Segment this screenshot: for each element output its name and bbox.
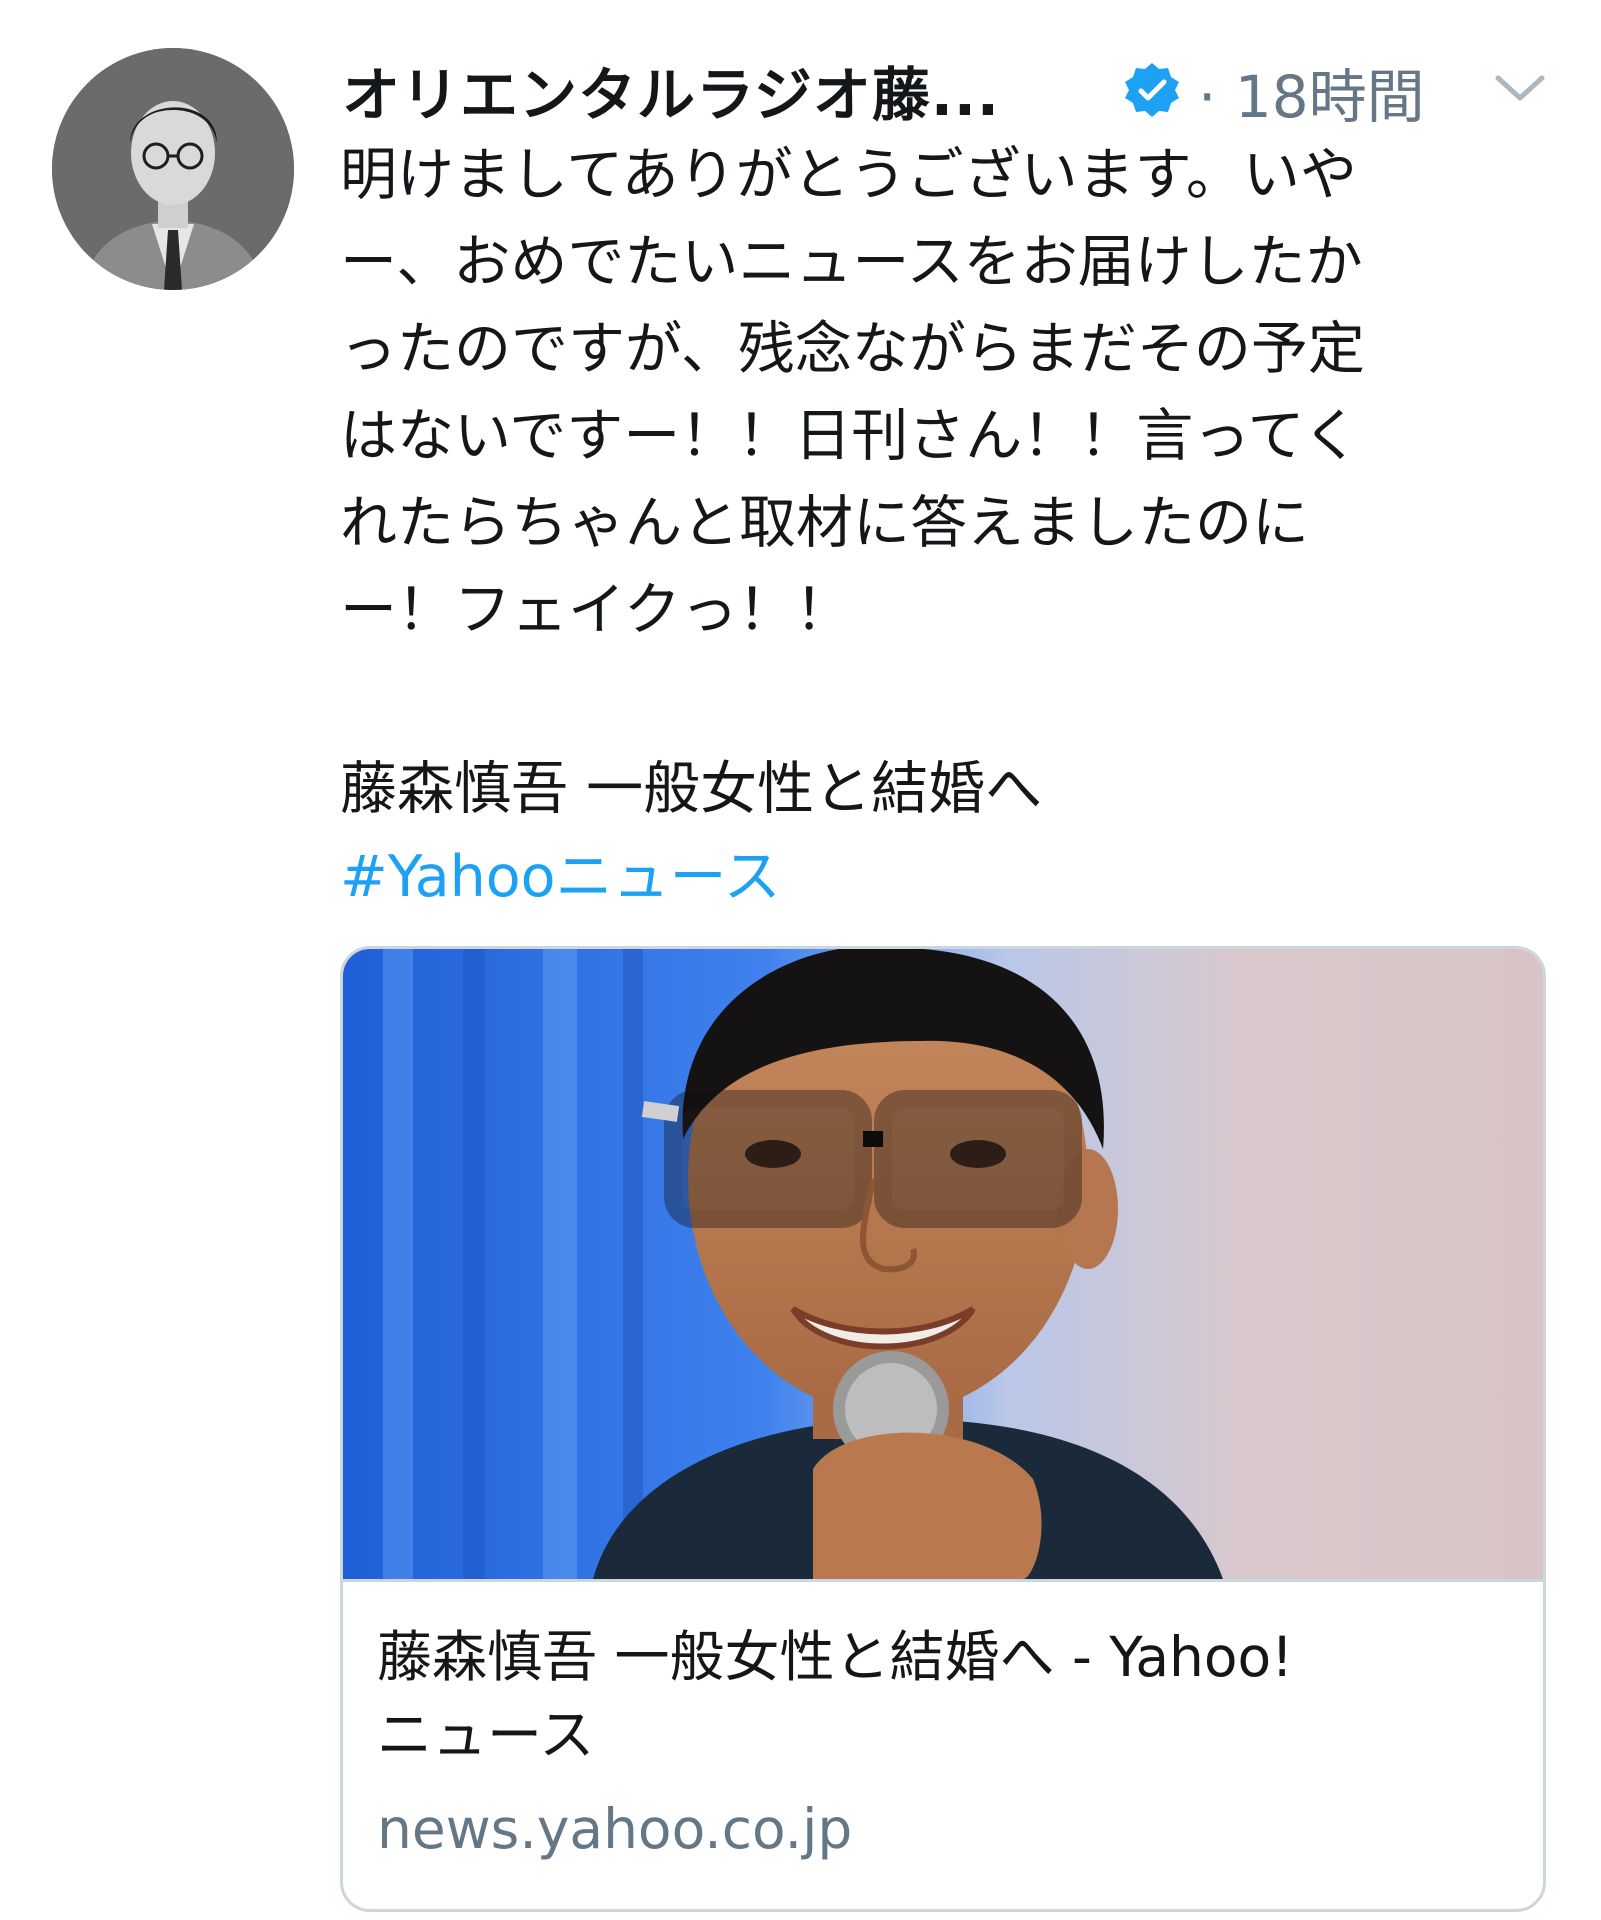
card-domain: news.yahoo.co.jp xyxy=(377,1797,853,1861)
tweet-text-line: れたらちゃんと取材に答えましたのに xyxy=(340,490,1309,556)
tweet[interactable]: オリエンタルラジオ藤... · 18時間 明けましてありがとうございます。いや … xyxy=(0,0,1601,1920)
chevron-down-icon[interactable] xyxy=(1492,70,1548,106)
tweet-text: 明けましてありがとうございます。いや ー、おめでたいニュースをお届けしたか った… xyxy=(340,132,1580,654)
tweet-text-line: はないですー！！日刊さん！！言ってく xyxy=(340,403,1360,469)
tweet-text-line: 明けましてありがとうございます。いや xyxy=(340,142,1357,208)
hashtag-link[interactable]: #Yahooニュース xyxy=(340,834,781,921)
card-thumbnail-image[interactable] xyxy=(343,949,1543,1579)
tweet-text-line: ったのですが、残念ながらまだその予定 xyxy=(340,316,1365,382)
display-name[interactable]: オリエンタルラジオ藤... xyxy=(342,48,1000,132)
tweet-timestamp[interactable]: · 18時間 xyxy=(1198,50,1425,134)
verified-badge-icon xyxy=(1122,60,1182,120)
tweet-header: オリエンタルラジオ藤... · 18時間 xyxy=(342,44,1562,131)
card-title-line: 藤森慎吾 一般女性と結婚へ - Yahoo! xyxy=(377,1625,1294,1689)
profile-avatar[interactable] xyxy=(52,48,294,290)
shared-news-title: 藤森慎吾 一般女性と結婚へ xyxy=(340,756,1043,822)
tweet-text-line: ー！フェイクっ！！ xyxy=(340,577,852,643)
card-info[interactable]: 藤森慎吾 一般女性と結婚へ - Yahoo! ニュース news.yahoo.c… xyxy=(343,1579,1543,1909)
tweet-text-line: ー、おめでたいニュースをお届けしたか xyxy=(340,229,1363,295)
card-title-line: ニュース xyxy=(377,1703,595,1767)
link-preview-card[interactable]: 藤森慎吾 一般女性と結婚へ - Yahoo! ニュース news.yahoo.c… xyxy=(340,946,1546,1912)
card-title[interactable]: 藤森慎吾 一般女性と結婚へ - Yahoo! ニュース xyxy=(377,1618,1517,1774)
